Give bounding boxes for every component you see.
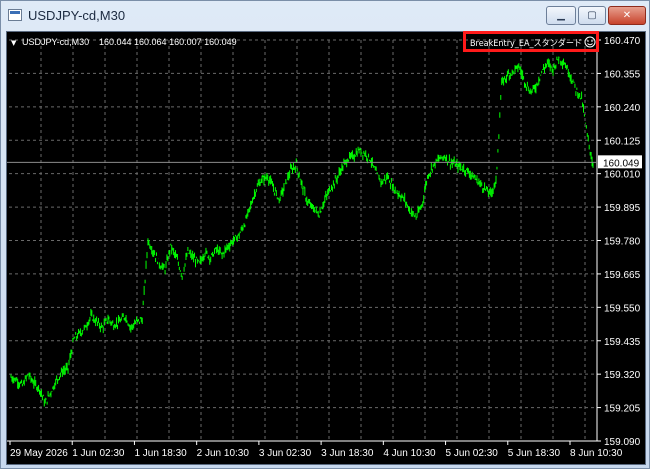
title-bar[interactable]: USDJPY-cd,M30 ▁ ▢ ✕ <box>1 1 649 31</box>
time-axis: 29 May 2026 1 Jun 02:30 1 Jun 18:30 2 Jun 1… <box>7 440 623 459</box>
time-tick-label: 3 Jun 18:30 <box>321 448 374 459</box>
time-tick-label: 1 Jun 02:30 <box>72 448 125 459</box>
chart-canvas[interactable]: 160.470 160.355 160.240 160.125 160.010 159.8… <box>7 32 645 464</box>
price-tick-label: 159.090 <box>604 437 641 448</box>
chart-window: USDJPY-cd,M30 ▁ ▢ ✕ 160.470 160.355 160.24… <box>0 0 650 469</box>
time-tick-label: 3 Jun 02:30 <box>259 448 312 459</box>
ea-highlight-box <box>463 31 599 52</box>
time-tick-label: 4 Jun 10:30 <box>383 448 436 459</box>
chart-grid <box>9 39 597 442</box>
price-tick-label: 160.240 <box>604 103 641 114</box>
price-tick-label: 159.665 <box>604 270 641 281</box>
price-tick-label: 160.125 <box>604 136 641 147</box>
maximize-button[interactable]: ▢ <box>578 6 606 25</box>
price-tick-label: 159.550 <box>604 303 641 314</box>
price-tick-label: 159.205 <box>604 404 641 415</box>
chart-window-icon <box>8 9 22 21</box>
time-tick-label: 1 Jun 18:30 <box>134 448 187 459</box>
current-price-label: 160.049 <box>603 158 640 169</box>
chart-ohlc-values: 160.044 160.064 160.007 160.049 <box>99 37 237 47</box>
close-button[interactable]: ✕ <box>608 6 646 25</box>
price-tick-label: 160.470 <box>604 36 641 47</box>
time-tick-label: 8 Jun 10:30 <box>570 448 623 459</box>
chart-bars <box>10 56 594 407</box>
time-tick-label: 29 May 2026 <box>10 448 68 459</box>
price-chart[interactable]: 160.470 160.355 160.240 160.125 160.010 159.8… <box>6 31 646 465</box>
price-axis: 160.470 160.355 160.240 160.125 160.010 159.8… <box>596 32 641 448</box>
minimize-button[interactable]: ▁ <box>546 6 576 25</box>
time-tick-label: 2 Jun 10:30 <box>197 448 250 459</box>
time-tick-label: 5 Jun 18:30 <box>508 448 561 459</box>
price-tick-label: 159.435 <box>604 337 641 348</box>
chart-symbol-label: USDJPY-cd,M30 <box>22 37 89 47</box>
chart-menu-icon[interactable]: ▼ <box>11 39 17 47</box>
time-tick-label: 5 Jun 02:30 <box>446 448 499 459</box>
price-tick-label: 160.010 <box>604 170 641 181</box>
price-tick-label: 159.780 <box>604 237 641 248</box>
price-tick-label: 159.895 <box>604 203 641 214</box>
window-title: USDJPY-cd,M30 <box>28 8 126 23</box>
price-tick-label: 160.355 <box>604 69 641 80</box>
price-tick-label: 159.320 <box>604 370 641 381</box>
